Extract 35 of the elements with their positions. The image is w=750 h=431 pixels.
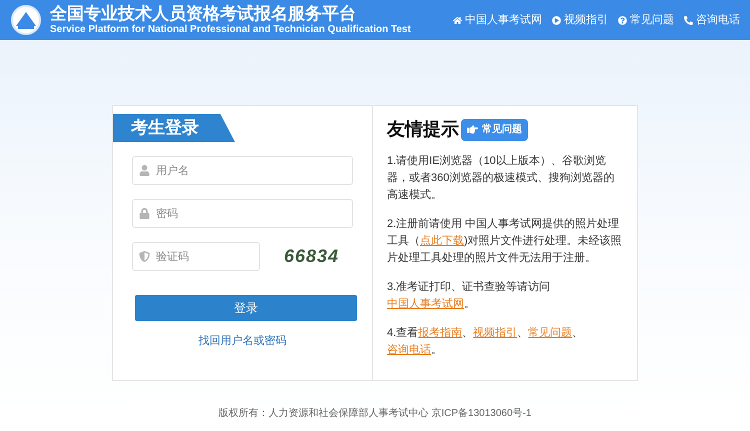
tip-paragraph: 4.查看报考指南、视频指引、常见问题、 咨询电话。	[387, 326, 584, 358]
tip-paragraph: 1.请使用IE浏览器（10以上版本）、谷歌浏览器，或者360浏览器的极速模式、搜狗浏览器的高速模式。	[387, 154, 616, 203]
tip-link[interactable]: 咨询电话	[387, 344, 431, 356]
faq-button[interactable]: 常见问题	[461, 118, 528, 140]
header-link[interactable]: 常见问题	[618, 12, 674, 28]
help-icon	[618, 16, 627, 24]
tip-paragraph: 2.注册前请使用 中国人事考试网提供的照片处理工具（点此下载)对照片文件进行处理。未经该照片处理工具处理的照片文件无法用于注册。	[387, 216, 623, 266]
input-field[interactable]: 密码	[132, 199, 353, 228]
captcha-image: 66834	[284, 245, 340, 268]
header-link[interactable]: 视频指引	[552, 12, 608, 28]
pointing-hand-icon	[467, 124, 478, 135]
tips-title: 友情提示	[387, 118, 459, 142]
tip-link[interactable]: 常见问题	[528, 327, 572, 339]
shield-icon	[139, 251, 150, 262]
header-link[interactable]: 中国人事考试网	[453, 12, 542, 28]
phone-icon	[684, 16, 693, 24]
recover-link[interactable]: 找回用户名或密码	[198, 333, 286, 350]
lock-icon	[139, 208, 150, 219]
user-icon	[139, 165, 150, 176]
login-button[interactable]: 登录	[135, 295, 357, 321]
tip-paragraph: 3.准考证打印、证书查验等请访问 中国人事考试网。	[387, 280, 552, 312]
footer-text: 版权所有：人力资源和社会保障部人事考试中心 京ICP备13013060号-1	[218, 406, 532, 421]
tip-link[interactable]: 点此下载	[420, 235, 464, 247]
home-icon	[453, 16, 462, 24]
tip-link[interactable]: 中国人事考试网	[387, 298, 464, 310]
input-field[interactable]: 用户名	[132, 156, 353, 185]
tip-link[interactable]: 视频指引	[473, 327, 518, 339]
site-title: 全国专业技术人员资格考试报名服务平台	[50, 4, 357, 24]
play-icon	[552, 16, 561, 24]
login-title: 考生登录	[113, 114, 235, 142]
site-subtitle: Service Platform for National Professional and Technician Qualification Test	[50, 24, 411, 36]
header-link[interactable]: 咨询电话	[684, 12, 740, 28]
tip-link[interactable]: 报考指南	[418, 327, 462, 339]
input-field[interactable]: 验证码	[132, 242, 260, 271]
logo-icon	[10, 4, 42, 36]
